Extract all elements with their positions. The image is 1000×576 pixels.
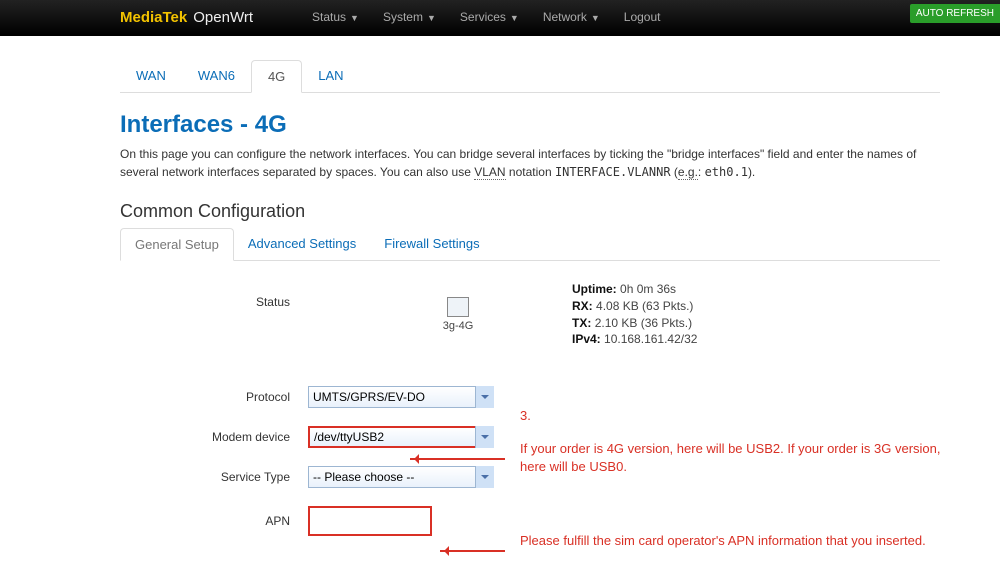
brand: MediaTek OpenWrt	[120, 0, 253, 35]
status-stats: Uptime: 0h 0m 36s RX: 4.08 KB (63 Pkts.)…	[572, 281, 697, 348]
nav-system[interactable]: System▼	[371, 0, 448, 35]
protocol-select[interactable]: UMTS/GPRS/EV-DO	[308, 386, 494, 408]
annotation-apn: Please fulfill the sim card operator's A…	[520, 532, 960, 550]
apn-input-highlight	[308, 506, 432, 536]
chevron-down-icon: ▼	[591, 1, 600, 36]
interface-tabs: WAN WAN6 4G LAN	[120, 60, 940, 93]
apn-label: APN	[120, 514, 308, 528]
nav-status[interactable]: Status▼	[300, 0, 371, 35]
tab-wan6[interactable]: WAN6	[182, 60, 251, 92]
brand-mediatek: MediaTek	[120, 9, 187, 26]
brand-openwrt: OpenWrt	[193, 9, 253, 26]
annotation-step-number: 3.	[520, 407, 531, 425]
chevron-down-icon: ▼	[427, 1, 436, 36]
annotation-usb: If your order is 4G version, here will b…	[520, 440, 960, 475]
protocol-label: Protocol	[120, 390, 308, 404]
top-nav: MediaTek OpenWrt Status▼ System▼ Service…	[0, 0, 1000, 36]
annotation-arrow-icon	[440, 550, 505, 552]
modem-device-select[interactable]: /dev/ttyUSB2	[308, 426, 494, 448]
tab-wan[interactable]: WAN	[120, 60, 182, 92]
subtab-general[interactable]: General Setup	[120, 228, 234, 261]
page-title: Interfaces - 4G	[120, 111, 940, 139]
chevron-down-icon: ▼	[350, 1, 359, 36]
interface-name: 3g-4G	[443, 320, 474, 332]
subtab-advanced[interactable]: Advanced Settings	[234, 228, 370, 260]
status-label: Status	[120, 281, 308, 309]
tab-4g[interactable]: 4G	[251, 60, 302, 93]
service-label: Service Type	[120, 470, 308, 484]
chevron-down-icon: ▼	[510, 1, 519, 36]
subtab-firewall[interactable]: Firewall Settings	[370, 228, 493, 260]
section-title: Common Configuration	[120, 201, 940, 222]
page-description: On this page you can configure the netwo…	[120, 145, 940, 181]
annotation-arrow-icon	[410, 458, 505, 460]
modem-label: Modem device	[120, 430, 308, 444]
network-card-icon	[447, 297, 469, 317]
tab-lan[interactable]: LAN	[302, 60, 359, 92]
nav-logout[interactable]: Logout	[612, 0, 673, 35]
apn-input[interactable]	[310, 508, 426, 530]
interface-icon: 3g-4G	[438, 297, 478, 332]
auto-refresh-badge[interactable]: AUTO REFRESH	[910, 4, 1000, 23]
service-type-select[interactable]: -- Please choose --	[308, 466, 494, 488]
nav-network[interactable]: Network▼	[531, 0, 612, 35]
nav-services[interactable]: Services▼	[448, 0, 531, 35]
config-subtabs: General Setup Advanced Settings Firewall…	[120, 228, 940, 261]
